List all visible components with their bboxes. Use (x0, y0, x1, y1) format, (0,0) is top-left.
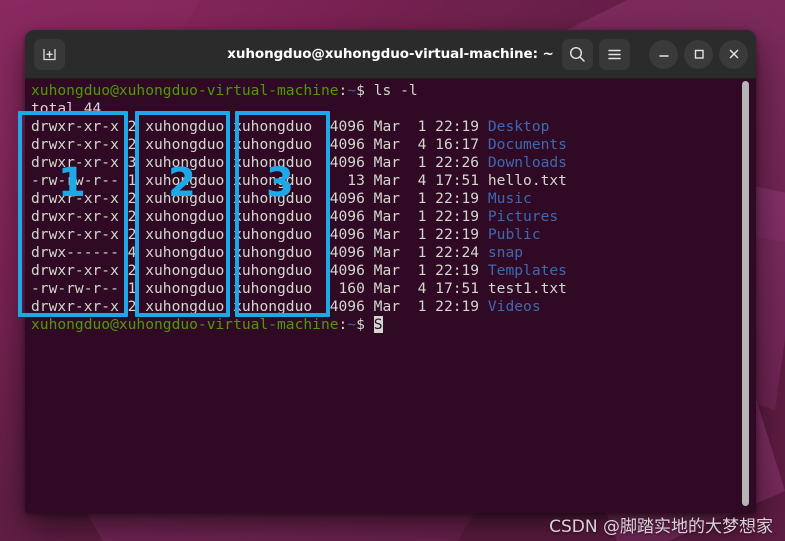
terminal-cursor: S (373, 316, 383, 333)
table-row: drwxr-xr-x 2 xuhongduo xuhongduo 4096 Ma… (31, 226, 567, 244)
row-filename: hello.txt (487, 172, 567, 189)
search-icon (569, 46, 585, 62)
table-row: drwxr-xr-x 3 xuhongduo xuhongduo 4096 Ma… (31, 154, 567, 172)
close-button[interactable] (719, 39, 748, 69)
row-meta: drwxr-xr-x 2 xuhongduo xuhongduo 4096 Ma… (31, 190, 488, 207)
table-row: drwxr-xr-x 2 xuhongduo xuhongduo 4096 Ma… (31, 190, 567, 208)
row-meta: drwxr-xr-x 2 xuhongduo xuhongduo 4096 Ma… (31, 226, 488, 243)
terminal-scrollbar[interactable] (742, 81, 749, 506)
terminal-body[interactable]: xuhongduo@xuhongduo-virtual-machine:~$ l… (25, 79, 756, 513)
search-button[interactable] (562, 38, 593, 70)
prompt-path: ~ (347, 316, 357, 333)
row-meta: drwxr-xr-x 2 xuhongduo xuhongduo 4096 Ma… (31, 208, 488, 225)
prompt-user-host: xuhongduo@xuhongduo-virtual-machine (31, 82, 339, 99)
desktop-wallpaper: xuhongduo@xuhongduo-virtual-machine: ~ x… (0, 0, 785, 541)
row-meta: -rw-rw-r-- 1 xuhongduo xuhongduo 160 Mar… (31, 280, 488, 297)
table-row: drwxr-xr-x 2 xuhongduo xuhongduo 4096 Ma… (31, 262, 567, 280)
table-row: drwxr-xr-x 2 xuhongduo xuhongduo 4096 Ma… (31, 136, 567, 154)
row-meta: drwxr-xr-x 2 xuhongduo xuhongduo 4096 Ma… (31, 118, 488, 135)
row-filename: Pictures (487, 208, 559, 225)
table-row: drwxr-xr-x 2 xuhongduo xuhongduo 4096 Ma… (31, 298, 567, 316)
terminal-window: xuhongduo@xuhongduo-virtual-machine: ~ x… (25, 30, 756, 513)
row-meta: drwxr-xr-x 2 xuhongduo xuhongduo 4096 Ma… (31, 298, 488, 315)
terminal-line-total: total 44 (31, 100, 102, 117)
watermark: CSDN @脚踏实地的大梦想家 (549, 517, 773, 537)
row-meta: drwxr-xr-x 3 xuhongduo xuhongduo 4096 Ma… (31, 154, 488, 171)
hamburger-menu-icon (608, 49, 621, 59)
row-filename: Music (487, 190, 532, 207)
prompt-colon: : (338, 316, 348, 333)
terminal-output: xuhongduo@xuhongduo-virtual-machine:~$ l… (31, 82, 567, 334)
terminal-line-command: xuhongduo@xuhongduo-virtual-machine:~$ l… (31, 82, 567, 100)
table-row: drwxr-xr-x 2 xuhongduo xuhongduo 4096 Ma… (31, 208, 567, 226)
minimize-icon (658, 55, 669, 57)
prompt-dollar: $ (356, 316, 365, 333)
prompt-user-host: xuhongduo@xuhongduo-virtual-machine (31, 316, 339, 333)
row-meta: drwx------ 4 xuhongduo xuhongduo 4096 Ma… (31, 244, 488, 261)
new-tab-icon (43, 48, 56, 60)
terminal-command: ls -l (364, 82, 418, 99)
row-filename: Downloads (487, 154, 567, 171)
row-filename: Public (487, 226, 541, 243)
table-row: -rw-rw-r-- 1 xuhongduo xuhongduo 13 Mar … (31, 172, 567, 190)
prompt-colon: : (338, 82, 348, 99)
minimize-button[interactable] (649, 39, 678, 69)
row-filename: Templates (487, 262, 567, 279)
row-filename: Videos (487, 298, 541, 315)
table-row: -rw-rw-r-- 1 xuhongduo xuhongduo 160 Mar… (31, 280, 567, 298)
prompt-path: ~ (347, 82, 357, 99)
row-filename: snap (487, 244, 524, 261)
row-filename: Desktop (487, 118, 550, 135)
table-row: drwxr-xr-x 2 xuhongduo xuhongduo 4096 Ma… (31, 118, 567, 136)
row-meta: drwxr-xr-x 2 xuhongduo xuhongduo 4096 Ma… (31, 136, 488, 153)
terminal-line-prompt: xuhongduo@xuhongduo-virtual-machine:~$ S (31, 316, 567, 334)
row-meta: -rw-rw-r-- 1 xuhongduo xuhongduo 13 Mar … (31, 172, 488, 189)
menu-button[interactable] (599, 38, 630, 70)
table-row: drwx------ 4 xuhongduo xuhongduo 4096 Ma… (31, 244, 567, 262)
maximize-button[interactable] (684, 39, 713, 69)
row-meta: drwxr-xr-x 2 xuhongduo xuhongduo 4096 Ma… (31, 262, 488, 279)
title-bar: xuhongduo@xuhongduo-virtual-machine: ~ (25, 30, 756, 79)
row-filename: test1.txt (487, 280, 567, 297)
maximize-icon (694, 49, 704, 59)
row-filename: Documents (487, 136, 567, 153)
prompt-dollar: $ (356, 82, 365, 99)
new-tab-button[interactable] (34, 38, 65, 70)
close-icon (729, 49, 738, 59)
